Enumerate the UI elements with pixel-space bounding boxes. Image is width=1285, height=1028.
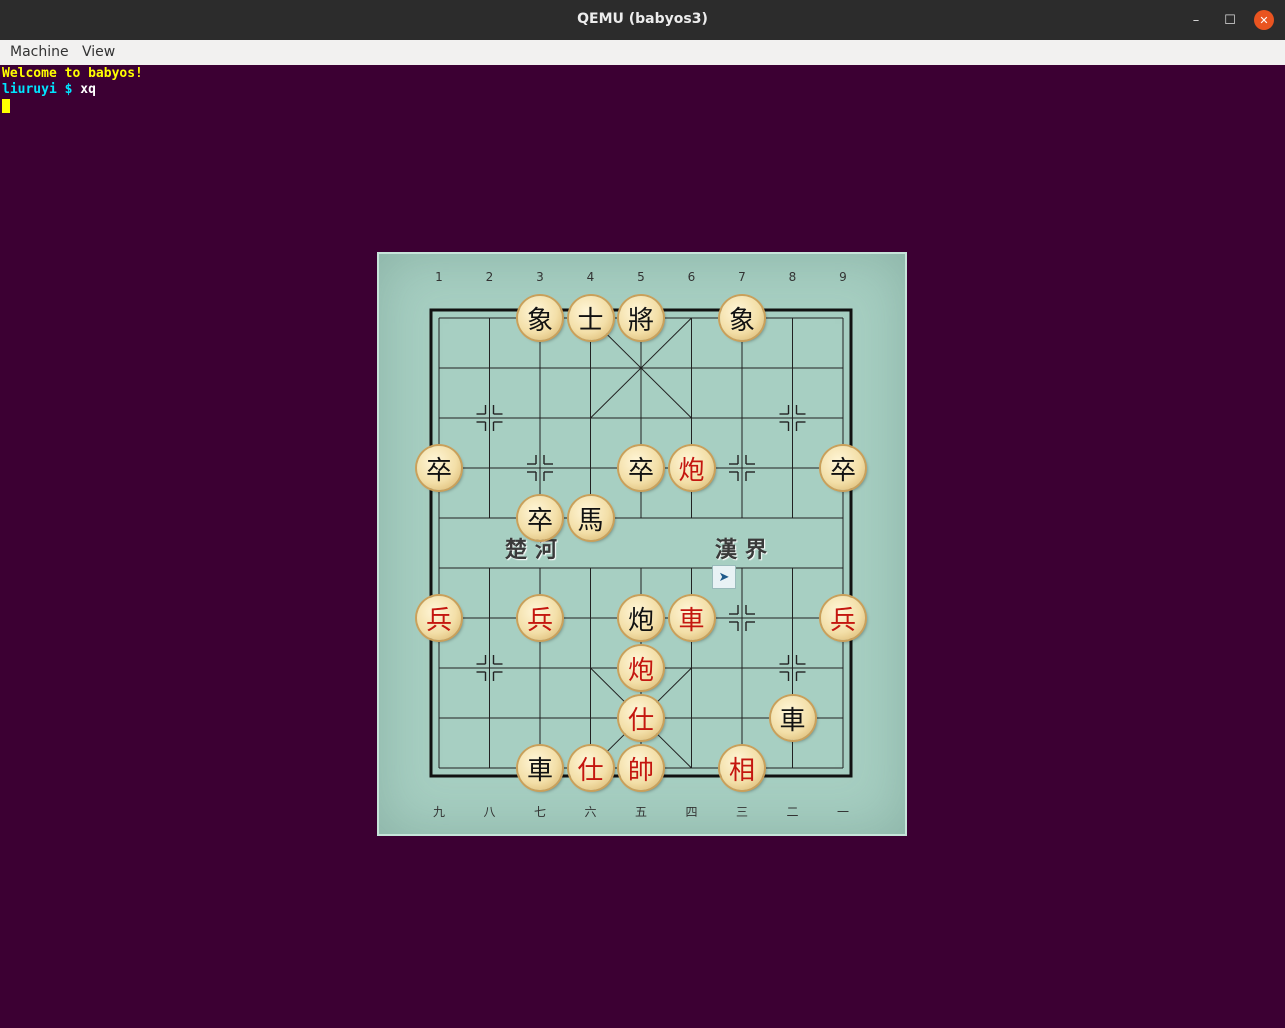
prompt-line: liuruyi $ xq bbox=[2, 82, 96, 98]
bottom-column-number: 四 bbox=[685, 805, 698, 819]
top-column-number: 2 bbox=[485, 270, 494, 284]
top-column-number: 8 bbox=[788, 270, 797, 284]
black-piece[interactable]: 炮 bbox=[619, 596, 663, 640]
river-label-han-jie: 漢界 bbox=[715, 537, 776, 563]
black-piece[interactable]: 象 bbox=[518, 296, 562, 340]
bottom-column-number: 一 bbox=[836, 805, 849, 819]
black-piece[interactable]: 象 bbox=[720, 296, 764, 340]
maximize-button[interactable]: ☐ bbox=[1220, 10, 1240, 30]
text-cursor bbox=[2, 99, 10, 113]
black-piece[interactable]: 卒 bbox=[821, 446, 865, 490]
xiangqi-board[interactable]: 楚河 漢界 ➤ 123456789九八七六五四三二一象士將象卒卒炮卒卒馬兵兵炮車… bbox=[377, 252, 907, 836]
menu-machine[interactable]: Machine bbox=[10, 44, 69, 60]
black-piece[interactable]: 卒 bbox=[417, 446, 461, 490]
command-text: xq bbox=[80, 82, 96, 97]
menu-bar: Machine View bbox=[0, 40, 1285, 66]
prompt-text: liuruyi $ bbox=[2, 82, 81, 97]
bottom-column-number: 二 bbox=[786, 805, 799, 819]
red-piece[interactable]: 帥 bbox=[619, 746, 663, 790]
close-button[interactable]: ✕ bbox=[1254, 10, 1274, 30]
red-piece[interactable]: 兵 bbox=[417, 596, 461, 640]
black-piece[interactable]: 車 bbox=[518, 746, 562, 790]
red-piece[interactable]: 相 bbox=[720, 746, 764, 790]
bottom-column-number: 六 bbox=[584, 805, 597, 819]
red-piece[interactable]: 仕 bbox=[619, 696, 663, 740]
bottom-column-number: 五 bbox=[634, 805, 647, 819]
window-title: QEMU (babyos3) bbox=[577, 11, 708, 27]
minimize-button[interactable]: – bbox=[1186, 10, 1206, 30]
guest-display[interactable]: Welcome to babyos! liuruyi $ xq 楚河 漢界 ➤ … bbox=[0, 65, 1285, 1028]
black-piece[interactable]: 卒 bbox=[518, 496, 562, 540]
bottom-column-number: 七 bbox=[533, 805, 546, 819]
title-bar: QEMU (babyos3) – ☐ ✕ bbox=[0, 0, 1285, 40]
red-piece[interactable]: 兵 bbox=[821, 596, 865, 640]
red-piece[interactable]: 仕 bbox=[568, 746, 613, 790]
top-column-number: 6 bbox=[687, 270, 696, 284]
top-column-number: 4 bbox=[586, 270, 595, 284]
qemu-window: QEMU (babyos3) – ☐ ✕ Machine View Welcom… bbox=[0, 0, 1285, 1028]
red-piece[interactable]: 炮 bbox=[669, 446, 714, 490]
black-piece[interactable]: 車 bbox=[770, 696, 815, 740]
red-piece[interactable]: 兵 bbox=[518, 596, 562, 640]
mouse-pointer-icon: ➤ bbox=[712, 565, 736, 589]
top-column-number: 3 bbox=[536, 270, 544, 284]
welcome-line: Welcome to babyos! bbox=[2, 66, 143, 81]
top-column-number: 7 bbox=[738, 270, 746, 284]
red-piece[interactable]: 車 bbox=[669, 596, 714, 640]
red-piece[interactable]: 炮 bbox=[619, 646, 663, 690]
black-piece[interactable]: 馬 bbox=[568, 496, 613, 540]
bottom-column-number: 八 bbox=[483, 805, 496, 819]
bottom-column-number: 九 bbox=[432, 805, 445, 819]
black-piece[interactable]: 卒 bbox=[619, 446, 663, 490]
top-column-number: 1 bbox=[435, 270, 443, 284]
top-column-number: 9 bbox=[839, 270, 847, 284]
menu-view[interactable]: View bbox=[82, 44, 115, 60]
bottom-column-number: 三 bbox=[735, 805, 748, 819]
black-piece[interactable]: 將 bbox=[619, 296, 663, 340]
black-piece[interactable]: 士 bbox=[568, 296, 613, 340]
top-column-number: 5 bbox=[637, 270, 645, 284]
